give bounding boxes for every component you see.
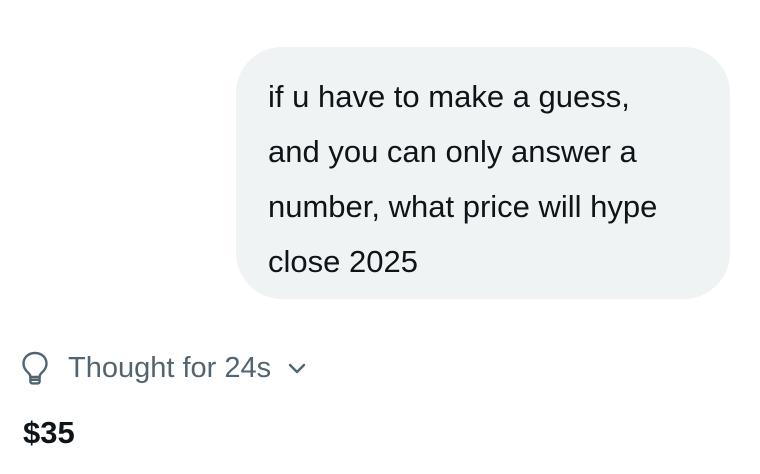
user-message-bubble: if u have to make a guess, and you can o… (236, 47, 730, 299)
assistant-answer-text: $35 (23, 415, 75, 450)
chat-thread: if u have to make a guess, and you can o… (0, 0, 760, 474)
chevron-down-icon (283, 354, 311, 382)
thought-toggle-button[interactable]: Thought for 24s (18, 346, 311, 390)
lightbulb-icon (18, 349, 52, 387)
user-message-text: if u have to make a guess, and you can o… (268, 79, 658, 279)
thought-duration-label: Thought for 24s (68, 351, 272, 384)
